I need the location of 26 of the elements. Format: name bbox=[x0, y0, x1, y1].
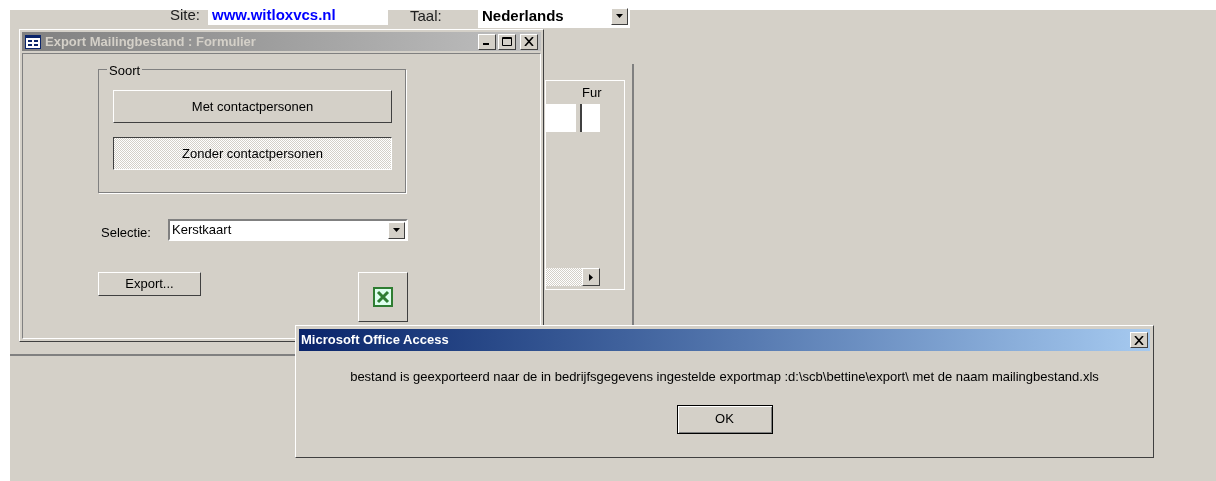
excel-button[interactable] bbox=[358, 272, 408, 322]
spreadsheet-icon bbox=[373, 287, 393, 307]
maximize-button[interactable] bbox=[498, 33, 516, 50]
grid-cell[interactable] bbox=[546, 104, 576, 132]
dialog-title: Microsoft Office Access bbox=[301, 331, 449, 350]
message-text: bestand is geexporteerd naar de in bedrijfsgegevens ingestelde exportmap :d:\scb\bettine\export\ met de naam mailingbestand.xls bbox=[350, 368, 1099, 386]
export-button[interactable]: Export... bbox=[98, 272, 201, 296]
close-icon bbox=[1134, 335, 1144, 345]
window-title: Export Mailingbestand : Formulier bbox=[45, 32, 256, 51]
close-button[interactable] bbox=[520, 33, 538, 50]
scroll-right-button[interactable] bbox=[582, 268, 600, 286]
column-header: Fur bbox=[582, 84, 602, 102]
site-label: Site: bbox=[170, 5, 200, 25]
minimize-button[interactable] bbox=[478, 33, 496, 50]
right-arrow-icon bbox=[589, 273, 593, 281]
grid-cell[interactable] bbox=[580, 104, 600, 132]
maximize-icon bbox=[502, 37, 512, 46]
selection-label: Selectie: bbox=[101, 224, 151, 242]
toggle-button[interactable]: Met contactpersonen bbox=[113, 90, 392, 123]
toggle-button[interactable]: Zonder contactpersonen bbox=[113, 137, 392, 170]
language-label: Taal: bbox=[410, 5, 443, 26]
close-button[interactable] bbox=[1130, 332, 1148, 348]
selection-dropdown[interactable]: Kerstkaart bbox=[168, 219, 408, 241]
ok-button[interactable]: OK bbox=[676, 404, 773, 434]
close-icon bbox=[524, 37, 534, 46]
form-icon bbox=[25, 34, 41, 49]
